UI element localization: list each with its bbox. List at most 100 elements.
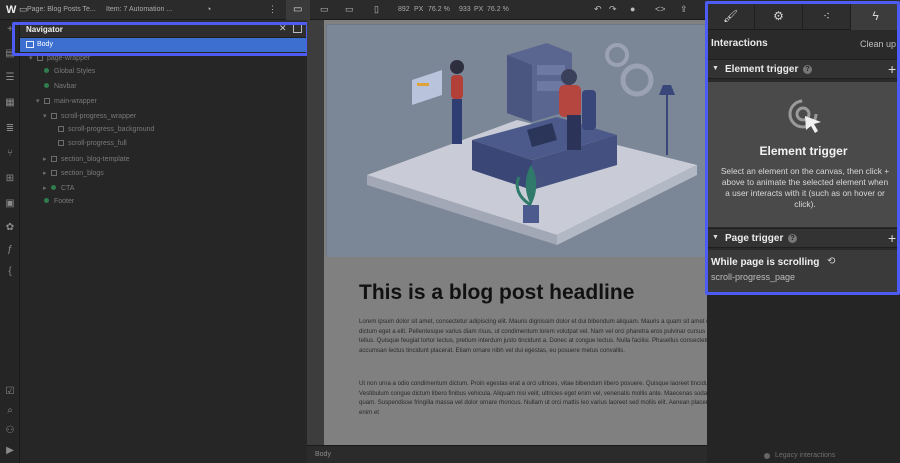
caret-icon[interactable]: ▸	[43, 169, 51, 177]
tab-style-manager[interactable]: ⁖	[803, 2, 851, 30]
tablet-icon[interactable]: ▭	[320, 4, 329, 15]
users-icon[interactable]: ⚇	[4, 425, 16, 437]
caret-down-icon: ▼	[712, 234, 719, 241]
element-box-icon	[58, 140, 64, 147]
navigator-item[interactable]: ▸ CTA	[43, 184, 74, 196]
desktop-breakpoint-button[interactable]: ▭	[286, 0, 310, 20]
dock-icon[interactable]	[293, 24, 302, 33]
left-toolbar: + ▤ ☰ ▦ ≣ ⑂ ⊞ ▣ ✿ ƒ { ☑ ⌕ ⚇ ▶	[0, 20, 20, 463]
lightning-icon: ϟ	[872, 9, 879, 23]
legacy-interactions-label: Legacy interactions	[775, 452, 836, 459]
cms-icon[interactable]: ≣	[4, 123, 16, 135]
hero-illustration[interactable]	[326, 24, 759, 258]
navigator-item-body[interactable]: Body	[20, 38, 307, 52]
navigator-item[interactable]: scroll-progress_full	[50, 140, 127, 152]
finsweet-icon[interactable]: ƒ	[4, 244, 16, 256]
panel-tabs: 🖌 ⚙ ⁖ ϟ	[707, 2, 900, 30]
page-preview[interactable]: This is a blog post headline Lorem ipsum…	[324, 20, 760, 445]
toggle-icon	[764, 453, 770, 459]
pages-icon[interactable]: ▤	[4, 48, 16, 60]
element-box-icon	[58, 126, 64, 132]
page-trigger-item[interactable]: While page is scrolling ⟲ scroll-progres…	[707, 250, 900, 294]
ecommerce-icon[interactable]: ⊞	[4, 173, 16, 185]
item-selector[interactable]: Item: 7 Automation ...	[106, 6, 172, 13]
element-trigger-empty-title: Element trigger	[759, 144, 848, 158]
navigator-item-label: main-wrapper	[54, 98, 97, 106]
more-icon[interactable]: ⋮	[268, 4, 277, 15]
settings-icon[interactable]: ✿	[4, 222, 16, 234]
blog-headline[interactable]: This is a blog post headline	[359, 281, 739, 305]
components-icon[interactable]: ▦	[4, 97, 16, 109]
tab-settings[interactable]: ⚙	[755, 2, 803, 30]
caret-icon[interactable]: ▸	[43, 184, 51, 192]
share-icon[interactable]: ⇪	[680, 4, 688, 15]
navigator-item-label: Footer	[54, 198, 75, 205]
caret-icon[interactable]: ▾	[36, 97, 44, 105]
tab-style[interactable]: 🖌	[707, 2, 755, 30]
element-trigger-header[interactable]: ▼ Element trigger ? +	[707, 59, 900, 79]
legacy-interactions-toggle[interactable]: Legacy interactions	[707, 449, 900, 463]
add-page-trigger-icon[interactable]: +	[888, 230, 896, 246]
navigator-item[interactable]: ▸ section_blogs	[43, 169, 104, 181]
blog-article[interactable]: This is a blog post headline Lorem ipsum…	[324, 257, 760, 445]
design-canvas[interactable]: This is a blog post headline Lorem ipsum…	[307, 20, 760, 463]
element-trigger-empty-state: Element trigger Select an element on the…	[707, 82, 900, 227]
phone-icon[interactable]: ▯	[374, 4, 379, 15]
logic-icon[interactable]: ⑂	[4, 148, 16, 160]
symbol-icon	[44, 68, 49, 74]
zoom-value: 76.2 %	[428, 6, 450, 13]
sync-icon[interactable]: ◔	[206, 4, 211, 14]
navigator-item[interactable]: ▾ main-wrapper	[36, 97, 97, 109]
search-icon[interactable]: ⌕	[4, 405, 16, 417]
height-value[interactable]: 933	[459, 6, 471, 13]
symbol-icon	[44, 82, 49, 88]
caret-icon[interactable]: ▸	[43, 155, 51, 163]
blog-paragraph-1[interactable]: Lorem ipsum dolor sit amet, consectetur …	[359, 317, 739, 355]
navigator-item[interactable]: ▾ page-wrapper	[29, 54, 90, 66]
page-selector[interactable]: Page: Blog Posts Te...	[27, 6, 96, 13]
help-icon[interactable]: ?	[803, 65, 812, 74]
navigator-icon[interactable]: ☰	[4, 72, 16, 84]
panel-empty-area	[707, 294, 900, 463]
audit-icon[interactable]: ☑	[4, 386, 16, 398]
interactions-title: Interactions	[711, 38, 768, 49]
navigator-item[interactable]: ▸ section_blog-template	[43, 155, 130, 167]
code-icon[interactable]: <>	[655, 4, 666, 14]
caret-icon[interactable]: ▾	[43, 112, 51, 120]
video-icon[interactable]: ▶	[4, 445, 16, 457]
navigator-item[interactable]: Global Styles	[36, 68, 95, 80]
navigator-item[interactable]: Footer	[36, 198, 74, 210]
help-icon[interactable]: ?	[788, 234, 797, 243]
collapse-icon[interactable]: ✕	[279, 23, 287, 34]
tab-interactions[interactable]: ϟ	[851, 2, 900, 30]
navigator-item[interactable]: Navbar	[36, 82, 77, 95]
symbol-icon	[51, 184, 56, 190]
collaborator-icon[interactable]: ●	[630, 4, 635, 14]
navigator-panel: Navigator ✕ Body ▾ page-wrapper Global Sty…	[20, 20, 307, 463]
navigator-item-label: scroll-progress_background	[68, 126, 155, 133]
assets-icon[interactable]: ▣	[4, 198, 16, 210]
scroll-trigger-target: scroll-progress_page	[711, 272, 796, 282]
element-trigger-empty-desc: Select an element on the canvas, then cl…	[720, 166, 890, 209]
add-icon[interactable]: +	[4, 24, 16, 36]
brackets-icon[interactable]: {	[4, 266, 16, 278]
brush-icon: 🖌	[722, 9, 739, 23]
cleanup-button[interactable]: Clean up	[860, 39, 896, 49]
width-unit: PX	[414, 6, 424, 13]
undo-icon[interactable]: ↶	[594, 4, 602, 15]
blog-paragraph-2[interactable]: Ut non urna a odio condimentum dictum. P…	[359, 379, 739, 417]
symbol-icon	[44, 198, 49, 203]
webflow-logo[interactable]: W	[6, 4, 16, 16]
landscape-icon[interactable]: ▭	[345, 4, 354, 15]
navigator-item[interactable]: ▾ scroll-progress_wrapper	[43, 112, 136, 124]
add-element-trigger-icon[interactable]: +	[888, 61, 896, 77]
navigator-item[interactable]: scroll-progress_background	[50, 126, 154, 138]
breadcrumb-body[interactable]: Body	[315, 451, 331, 458]
navigator-item-label: page-wrapper	[47, 55, 91, 62]
right-panel: 🖌 ⚙ ⁖ ϟ Interactions Clean up ▼ Element …	[707, 2, 900, 463]
page-trigger-header[interactable]: ▼ Page trigger ? +	[707, 228, 900, 248]
caret-icon[interactable]: ▾	[29, 54, 37, 62]
width-value[interactable]: 892	[398, 6, 410, 13]
navigator-item-label: Navbar	[54, 82, 77, 90]
redo-icon[interactable]: ↷	[609, 4, 617, 15]
